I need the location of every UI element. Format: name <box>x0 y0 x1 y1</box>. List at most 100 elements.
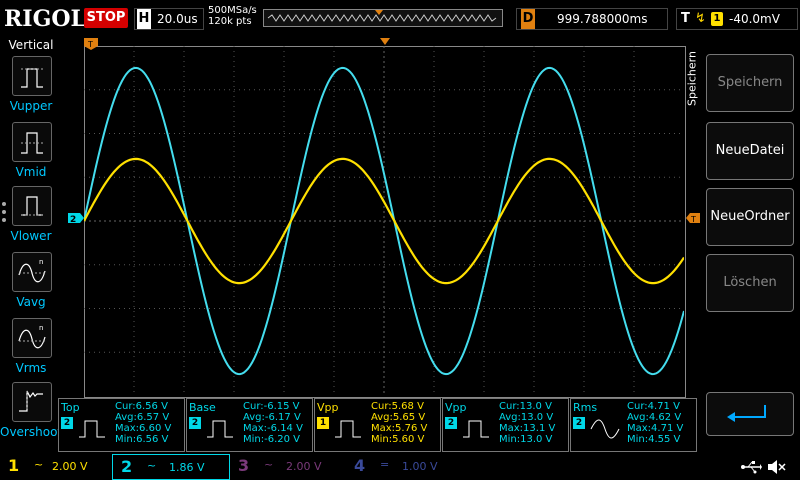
vupper-button[interactable] <box>12 56 52 96</box>
measure-min: Min:4.55 V <box>627 434 681 445</box>
trigger-position-marker: T <box>84 38 98 50</box>
coupling-icon: ~ <box>34 458 44 471</box>
measurement-strip: Top 2 Cur:6.56 V Avg:6.57 V Max:6.60 V M… <box>58 398 698 452</box>
measure-name: Top <box>61 401 80 414</box>
delete-button[interactable]: Löschen <box>706 254 794 312</box>
vrms-button[interactable]: n <box>12 318 52 358</box>
measure-name: Vpp <box>317 401 339 414</box>
page-dot <box>2 210 6 214</box>
base-measure-icon <box>207 420 233 438</box>
measure-cur: Cur:5.68 V <box>371 401 424 412</box>
usb-icon <box>741 461 762 474</box>
channel-3-status[interactable]: 3 ~ 2.00 V <box>232 454 342 480</box>
measure-max: Max:6.60 V <box>115 423 172 434</box>
channel-1-status[interactable]: 1 ~ 2.00 V <box>0 454 110 480</box>
measure-stats: Cur:6.56 V Avg:6.57 V Max:6.60 V Min:6.5… <box>115 401 171 445</box>
measure-max: Max:-6.14 V <box>243 423 303 434</box>
coupling-icon: ~ <box>147 459 157 472</box>
memory-depth: 120k pts <box>208 16 252 27</box>
measure-avg: Avg:-6.17 V <box>243 412 301 423</box>
channel-chip: 2 <box>61 417 73 429</box>
coupling-icon: ~ <box>264 458 274 471</box>
measurement-top[interactable]: Top 2 Cur:6.56 V Avg:6.57 V Max:6.60 V M… <box>58 398 185 452</box>
measure-max: Max:13.1 V <box>499 423 556 434</box>
menu-title: Speichern <box>685 51 699 106</box>
enter-button[interactable] <box>706 392 794 436</box>
vmid-button[interactable] <box>12 122 52 162</box>
overshoot-label: Overshoot <box>0 425 63 439</box>
channel-chip: 2 <box>189 417 201 429</box>
top-status-bar: RIGOL STOP H 20.0us 500MSa/s 120k pts D … <box>0 0 800 36</box>
channel-number: 3 <box>238 456 250 475</box>
brand-logo: RIGOL <box>4 6 86 32</box>
rms-measure-icon <box>590 419 620 439</box>
vlower-button[interactable] <box>12 186 52 226</box>
measurement-base[interactable]: Base 2 Cur:-6.15 V Avg:-6.17 V Max:-6.14… <box>186 398 313 452</box>
top-measure-icon <box>79 420 105 438</box>
measurement-rms[interactable]: Rms 2 Cur:4.71 V Avg:4.62 V Max:4.71 V M… <box>570 398 697 452</box>
acquisition-info: 500MSa/s 120k pts <box>208 5 257 27</box>
vrms-label: Vrms <box>15 361 47 375</box>
vupper-icon <box>21 68 43 88</box>
trigger-source: 1 <box>711 12 723 26</box>
channel-number: 1 <box>8 456 20 475</box>
overshoot-button[interactable] <box>12 382 52 422</box>
measure-min: Min:5.60 V <box>371 434 425 445</box>
channel-scale: 1.00 V <box>402 460 438 473</box>
save-button[interactable]: Speichern <box>706 54 794 112</box>
horizontal-label: H <box>137 9 151 29</box>
measure-avg: Avg:4.62 V <box>627 412 682 423</box>
vpp-measure-icon <box>335 420 361 438</box>
channel-number: 4 <box>354 456 366 475</box>
overshoot-icon <box>19 390 43 412</box>
channel-4-status[interactable]: 4 = 1.00 V <box>346 454 456 480</box>
trigger-level: -40.0mV <box>729 12 780 26</box>
vpp-measure-icon <box>463 420 489 438</box>
measure-min: Min:6.56 V <box>115 434 169 445</box>
measure-name: Vpp <box>445 401 467 414</box>
channel-2-status[interactable]: 2 ~ 1.86 V <box>112 454 230 480</box>
vupper-label: Vupper <box>9 99 53 113</box>
horizontal-timebase[interactable]: H 20.0us <box>134 8 204 30</box>
trigger-indicator[interactable]: T ↯ 1 -40.0mV <box>676 8 798 30</box>
vlower-label: Vlower <box>10 229 52 243</box>
svg-text:T: T <box>87 40 93 49</box>
channel-chip: 2 <box>445 417 457 429</box>
new-file-button[interactable]: NeueDatei <box>706 122 794 180</box>
svg-text:n: n <box>39 324 43 332</box>
page-dot <box>2 218 6 222</box>
measure-min: Min:13.0 V <box>499 434 553 445</box>
measure-avg: Avg:5.65 V <box>371 412 426 423</box>
sample-rate: 500MSa/s <box>208 5 257 16</box>
channel-scale: 1.86 V <box>169 461 205 474</box>
measure-max: Max:4.71 V <box>627 423 684 434</box>
measure-cur: Cur:13.0 V <box>499 401 552 412</box>
measure-stats: Cur:-6.15 V Avg:-6.17 V Max:-6.14 V Min:… <box>243 401 303 445</box>
measurement-vpp-ch1[interactable]: Vpp 1 Cur:5.68 V Avg:5.65 V Max:5.76 V M… <box>314 398 441 452</box>
vavg-button[interactable]: n <box>12 252 52 292</box>
delay-label: D <box>521 9 535 29</box>
delay-indicator[interactable]: D 999.788000ms <box>516 8 668 30</box>
memory-position-track <box>263 9 503 27</box>
svg-text:2: 2 <box>70 215 76 223</box>
page-dot <box>2 202 6 206</box>
run-stop-status[interactable]: STOP <box>84 8 128 28</box>
measure-avg: Avg:13.0 V <box>499 412 554 423</box>
channel-bar: 1 ~ 2.00 V 2 ~ 1.86 V 3 ~ 2.00 V 4 = 1.0… <box>0 454 800 480</box>
ch2-ground-marker[interactable]: 2 <box>68 213 84 223</box>
channel-chip: 2 <box>573 417 585 429</box>
measure-min: Min:-6.20 V <box>243 434 301 445</box>
new-folder-button[interactable]: NeueOrdner <box>706 188 794 246</box>
rising-edge-icon: ↯ <box>695 11 706 26</box>
measurement-vpp-ch2[interactable]: Vpp 2 Cur:13.0 V Avg:13.0 V Max:13.1 V M… <box>442 398 569 452</box>
trigger-level-marker[interactable]: T <box>686 213 700 223</box>
speaker-muted-icon <box>768 460 786 474</box>
measure-cur: Cur:-6.15 V <box>243 401 300 412</box>
channel-scale: 2.00 V <box>286 460 322 473</box>
channel-chip: 1 <box>317 417 329 429</box>
horizontal-trigger-arrow <box>380 38 390 45</box>
svg-text:n: n <box>39 258 43 266</box>
panel-title: Vertical <box>8 38 54 52</box>
memory-waveform-preview-icon <box>267 10 497 22</box>
measure-name: Base <box>189 401 216 414</box>
